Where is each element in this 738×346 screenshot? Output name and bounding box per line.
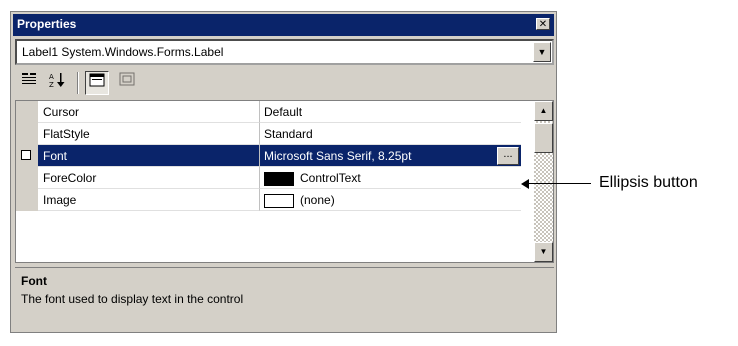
scroll-up-icon[interactable]: ▲ bbox=[534, 101, 553, 121]
row-margin bbox=[16, 189, 38, 211]
close-icon[interactable]: ✕ bbox=[536, 18, 550, 30]
row-margin bbox=[16, 167, 38, 189]
property-row-font[interactable]: Font Microsoft Sans Serif, 8.25pt ... bbox=[16, 145, 521, 167]
scroll-down-icon[interactable]: ▼ bbox=[534, 242, 553, 262]
property-name: Image bbox=[38, 189, 260, 211]
property-value[interactable]: Default bbox=[260, 101, 521, 123]
row-margin bbox=[16, 123, 38, 145]
description-text: The font used to display text in the con… bbox=[21, 292, 244, 306]
description-title: Font bbox=[21, 274, 47, 288]
svg-text:A: A bbox=[49, 73, 54, 81]
expand-box-icon[interactable] bbox=[21, 150, 31, 160]
property-row-image[interactable]: Image (none) bbox=[16, 189, 521, 211]
toolbar-separator bbox=[77, 72, 79, 94]
properties-icon[interactable] bbox=[85, 71, 109, 95]
callout-arrow-icon bbox=[521, 179, 529, 189]
window-title: Properties bbox=[17, 17, 77, 31]
property-row-cursor[interactable]: Cursor Default bbox=[16, 101, 521, 123]
svg-text:Z: Z bbox=[49, 81, 54, 89]
property-row-forecolor[interactable]: ForeColor ControlText bbox=[16, 167, 521, 189]
property-value[interactable]: ControlText bbox=[260, 167, 521, 189]
property-name: Cursor bbox=[38, 101, 260, 123]
property-toolbar: AZ bbox=[15, 68, 555, 98]
row-margin bbox=[16, 145, 38, 167]
property-value-text: (none) bbox=[300, 193, 335, 207]
callout-label: Ellipsis button bbox=[599, 174, 698, 191]
object-selector-value: Label1 System.Windows.Forms.Label bbox=[22, 45, 224, 59]
properties-window: Properties ✕ Label1 System.Windows.Forms… bbox=[10, 11, 557, 333]
property-value-text: ControlText bbox=[300, 171, 361, 185]
property-name: ForeColor bbox=[38, 167, 260, 189]
chevron-down-icon[interactable]: ▼ bbox=[533, 42, 551, 62]
description-pane: Font The font used to display text in th… bbox=[15, 267, 554, 329]
object-selector[interactable]: Label1 System.Windows.Forms.Label ▼ bbox=[15, 39, 554, 65]
property-name: Font bbox=[38, 145, 260, 167]
row-margin bbox=[16, 101, 38, 123]
categorized-icon[interactable] bbox=[17, 71, 41, 95]
events-icon[interactable] bbox=[115, 71, 139, 95]
property-grid: Cursor Default FlatStyle Standard Font M… bbox=[15, 100, 554, 263]
callout-line bbox=[527, 183, 591, 184]
alphabetical-icon[interactable]: AZ bbox=[45, 71, 69, 95]
property-value-text: Microsoft Sans Serif, 8.25pt bbox=[264, 149, 412, 163]
color-swatch bbox=[264, 171, 294, 186]
image-swatch bbox=[264, 193, 294, 208]
property-value[interactable]: (none) bbox=[260, 189, 521, 211]
scroll-thumb[interactable] bbox=[534, 123, 553, 153]
vertical-scrollbar[interactable]: ▲ ▼ bbox=[534, 101, 553, 262]
ellipsis-button[interactable]: ... bbox=[497, 147, 519, 165]
property-value[interactable]: Standard bbox=[260, 123, 521, 145]
property-value[interactable]: Microsoft Sans Serif, 8.25pt ... bbox=[260, 145, 521, 167]
property-row-flatstyle[interactable]: FlatStyle Standard bbox=[16, 123, 521, 145]
window-titlebar: Properties ✕ bbox=[13, 14, 554, 36]
property-name: FlatStyle bbox=[38, 123, 260, 145]
